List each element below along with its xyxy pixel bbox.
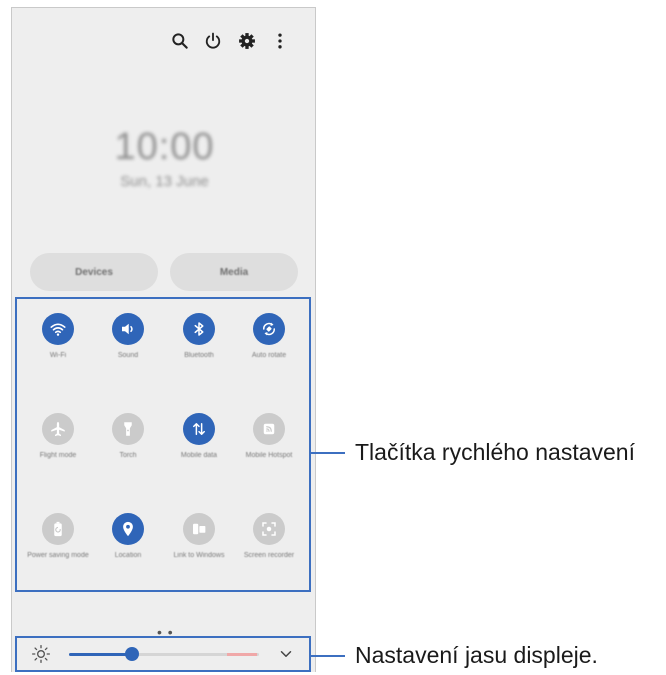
auto-rotate-tile[interactable]: Auto rotate (234, 313, 304, 403)
lockscreen-time: 10:00 (114, 126, 215, 168)
power-saving-tile[interactable]: Power saving mode (23, 513, 93, 603)
brightness-slider-fill (69, 653, 132, 656)
screen-recorder-label: Screen recorder (243, 552, 295, 559)
bluetooth-icon (183, 313, 215, 345)
auto-rotate-icon (253, 313, 285, 345)
bluetooth-tile[interactable]: Bluetooth (164, 313, 234, 403)
bluetooth-label: Bluetooth (184, 352, 214, 359)
screen-recorder-tile[interactable]: Screen recorder (234, 513, 304, 603)
hotspot-icon (253, 413, 285, 445)
devices-button-label: Devices (75, 266, 113, 278)
callout-line-brightness (311, 655, 345, 657)
power-saving-label: Power saving mode (27, 552, 89, 559)
sound-tile[interactable]: Sound (93, 313, 163, 403)
location-label: Location (114, 552, 142, 559)
search-icon[interactable] (169, 30, 191, 52)
brightness-slider-track[interactable] (69, 653, 259, 656)
callout-line-quick-settings (311, 452, 345, 454)
brightness-bar (15, 636, 311, 672)
torch-icon (112, 413, 144, 445)
media-button-label: Media (219, 266, 249, 278)
wifi-icon (42, 313, 74, 345)
more-vert-icon[interactable] (269, 30, 291, 52)
lockscreen-date: Sun, 13 June (120, 173, 209, 190)
location-tile[interactable]: Location (93, 513, 163, 603)
brightness-slider-thumb[interactable] (124, 647, 139, 661)
torch-label: Torch (119, 452, 137, 459)
wifi-label: Wi-Fi (49, 352, 67, 359)
flight-mode-label: Flight mode (39, 452, 77, 459)
battery-icon (42, 513, 74, 545)
mobile-data-tile[interactable]: Mobile data (164, 413, 234, 503)
sun-icon (31, 644, 51, 664)
mobile-hotspot-tile[interactable]: Mobile Hotspot (234, 413, 304, 503)
mobile-hotspot-label: Mobile Hotspot (245, 452, 293, 459)
media-button[interactable]: Media (170, 253, 298, 291)
location-icon (112, 513, 144, 545)
link-windows-tile[interactable]: Link to Windows (164, 513, 234, 603)
sound-icon (112, 313, 144, 345)
mobile-data-label: Mobile data (180, 452, 218, 459)
sound-label: Sound (117, 352, 139, 359)
airplane-icon (42, 413, 74, 445)
power-icon[interactable] (202, 30, 224, 52)
brightness-slider-red-zone (227, 653, 257, 656)
gear-icon[interactable] (236, 30, 258, 52)
screen-recorder-icon (253, 513, 285, 545)
wifi-tile[interactable]: Wi-Fi (23, 313, 93, 403)
chevron-down-icon[interactable] (277, 645, 295, 663)
flight-mode-tile[interactable]: Flight mode (23, 413, 93, 503)
quick-settings-grid: Wi-Fi Sound Bluetooth Auto rotate Flight… (15, 297, 311, 592)
torch-tile[interactable]: Torch (93, 413, 163, 503)
devices-button[interactable]: Devices (30, 253, 158, 291)
mobile-data-icon (183, 413, 215, 445)
auto-rotate-label: Auto rotate (251, 352, 287, 359)
link-windows-icon (183, 513, 215, 545)
callout-brightness: Nastavení jasu displeje. (355, 642, 598, 668)
callout-quick-settings: Tlačítka rychlého nastavení (355, 439, 635, 465)
link-windows-label: Link to Windows (173, 552, 225, 559)
